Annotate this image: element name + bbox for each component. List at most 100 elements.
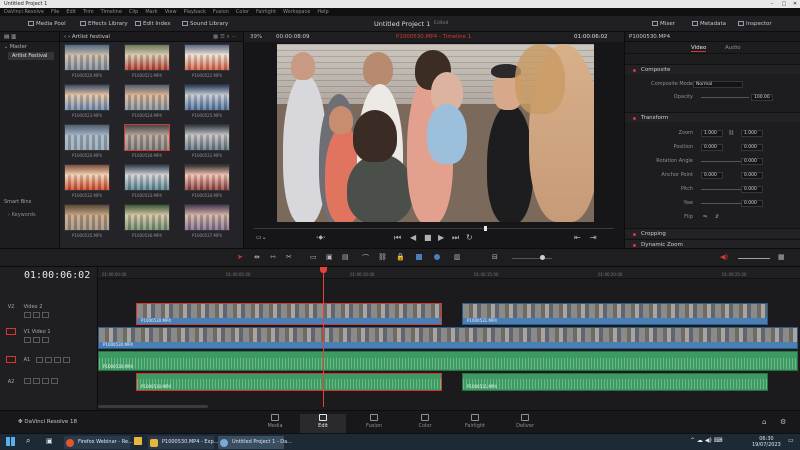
- taskbar-item-firefox[interactable]: Firefox Webinar - Re...: [64, 436, 133, 449]
- snapping-icon[interactable]: ⌒: [362, 253, 369, 263]
- mixer-toggle-icon[interactable]: ▦: [778, 253, 785, 261]
- clip-v2-a[interactable]: P1000530.MP4: [136, 303, 442, 325]
- mute-icon[interactable]: [62, 356, 70, 363]
- timeline-scrollbar[interactable]: [98, 405, 208, 408]
- position-lock-icon[interactable]: 🔒: [396, 253, 405, 261]
- auto-select-icon[interactable]: [32, 378, 40, 384]
- go-to-start-icon[interactable]: ⏮: [394, 233, 401, 243]
- inspector-button[interactable]: Inspector: [738, 20, 772, 29]
- track-name[interactable]: Video 1: [32, 329, 51, 335]
- trim-tool-icon[interactable]: ⇹: [254, 253, 260, 261]
- viewer-options-icon[interactable]: ▭⌄: [256, 234, 267, 241]
- view-options-icon[interactable]: ▦ ☰ ⌕ ⋯: [213, 32, 237, 42]
- clip-thumbnail[interactable]: [64, 44, 110, 71]
- clip-thumbnail[interactable]: [124, 44, 170, 71]
- page-media[interactable]: Media: [252, 414, 298, 429]
- auto-select-icon[interactable]: [33, 337, 40, 343]
- effects-library-button[interactable]: Effects Library: [80, 20, 128, 29]
- clip-thumbnail[interactable]: [184, 44, 230, 71]
- selection-tool-icon[interactable]: ➤: [237, 253, 243, 261]
- lock-icon[interactable]: [24, 337, 31, 343]
- menu-item[interactable]: Mark: [145, 8, 157, 16]
- overwrite-clip-icon[interactable]: ▣: [326, 253, 333, 261]
- clip-thumbnail[interactable]: [64, 204, 110, 231]
- section-cropping[interactable]: Cropping: [625, 228, 800, 238]
- anchor-y-field[interactable]: 0.000: [741, 171, 763, 179]
- bin-artlist-festival[interactable]: Artlist Festival: [8, 52, 54, 60]
- yaw-field[interactable]: 0.000: [741, 199, 763, 207]
- settings-icon[interactable]: ⚙: [780, 418, 786, 426]
- replace-clip-icon[interactable]: ▤: [342, 253, 349, 261]
- scrubber-handle[interactable]: [484, 226, 487, 231]
- opacity-field[interactable]: 100.00: [751, 93, 773, 101]
- home-icon[interactable]: ⌂: [762, 418, 766, 426]
- keywords-bin[interactable]: › Keywords: [8, 212, 36, 218]
- page-edit[interactable]: Edit: [300, 414, 346, 434]
- viewer-scrubber[interactable]: [254, 226, 614, 231]
- rotation-slider[interactable]: [701, 160, 741, 162]
- clip-v2-b[interactable]: P1000531.MP4: [462, 303, 768, 325]
- minimize-icon[interactable]: –: [766, 0, 778, 8]
- clip-thumbnail[interactable]: [64, 84, 110, 111]
- play-reverse-icon[interactable]: ◀: [410, 233, 416, 242]
- close-icon[interactable]: ✕: [789, 0, 800, 8]
- linked-selection-icon[interactable]: ⛓: [378, 253, 387, 261]
- clip-thumbnail[interactable]: [184, 204, 230, 231]
- page-deliver[interactable]: Deliver: [502, 414, 548, 429]
- lock-icon[interactable]: [24, 312, 31, 318]
- pitch-field[interactable]: 0.000: [741, 185, 763, 193]
- menu-item[interactable]: Edit: [66, 8, 76, 16]
- enable-track-icon[interactable]: [42, 312, 49, 318]
- flip-horizontal-icon[interactable]: ⇋: [703, 212, 707, 222]
- clip-thumbnail[interactable]: [124, 84, 170, 111]
- clip-thumbnail[interactable]: [64, 164, 110, 191]
- dynamic-trim-icon[interactable]: ⇿: [270, 253, 276, 261]
- loop-icon[interactable]: ↻: [466, 233, 473, 242]
- clip-thumbnail[interactable]: [124, 164, 170, 191]
- section-dynamic-zoom[interactable]: Dynamic Zoom: [625, 239, 800, 248]
- page-fairlight[interactable]: Fairlight: [452, 414, 498, 429]
- menu-item[interactable]: View: [165, 8, 177, 16]
- marker-icon[interactable]: [434, 254, 440, 260]
- playhead[interactable]: [323, 267, 324, 407]
- flag-icon[interactable]: [416, 254, 422, 260]
- enable-dot-icon[interactable]: [633, 232, 636, 236]
- position-x-field[interactable]: 0.000: [701, 143, 723, 151]
- menu-item[interactable]: Help: [317, 8, 328, 16]
- blade-tool-icon[interactable]: ✂: [286, 253, 292, 261]
- clock[interactable]: 06:30 19/07/2023: [752, 436, 781, 448]
- menu-item[interactable]: Color: [236, 8, 249, 16]
- flip-vertical-icon[interactable]: ⇵: [715, 212, 719, 222]
- menu-item[interactable]: Playback: [184, 8, 206, 16]
- speaker-icon[interactable]: ◀): [720, 253, 728, 261]
- mark-out-icon[interactable]: ⇥: [590, 233, 597, 242]
- menu-item[interactable]: Workspace: [283, 8, 310, 16]
- opacity-slider[interactable]: [701, 96, 749, 98]
- enable-dot-icon[interactable]: [633, 68, 636, 72]
- windows-start-icon[interactable]: [6, 437, 15, 446]
- destination-control[interactable]: [6, 356, 16, 363]
- media-pool-button[interactable]: Media Pool: [28, 20, 66, 29]
- page-fusion[interactable]: Fusion: [351, 414, 397, 429]
- metadata-button[interactable]: Metadata: [692, 20, 726, 29]
- timeline-zoom-slider[interactable]: [512, 258, 552, 259]
- clip-thumbnail[interactable]: [124, 204, 170, 231]
- stop-icon[interactable]: ■: [424, 233, 432, 242]
- rotation-field[interactable]: 0.000: [741, 157, 763, 165]
- viewer-zoom[interactable]: 39%: [250, 32, 262, 42]
- tab-video[interactable]: Video: [691, 45, 707, 52]
- menu-item[interactable]: Trim: [83, 8, 94, 16]
- master-bin[interactable]: ⌄ Master: [0, 42, 59, 52]
- section-transform[interactable]: Transform: [625, 112, 800, 122]
- auto-select-icon[interactable]: [33, 312, 40, 318]
- clip-thumbnail[interactable]: [64, 124, 110, 151]
- composite-mode-select[interactable]: Normal: [693, 80, 743, 88]
- go-to-end-icon[interactable]: ⏭: [452, 233, 459, 243]
- auto-select-icon[interactable]: [44, 356, 52, 363]
- volume-slider[interactable]: [738, 258, 770, 259]
- pitch-slider[interactable]: [701, 188, 741, 190]
- mark-in-icon[interactable]: ⇤: [574, 233, 581, 242]
- yaw-slider[interactable]: [701, 202, 741, 204]
- destination-control[interactable]: [6, 328, 16, 335]
- enable-dot-icon[interactable]: [633, 243, 636, 247]
